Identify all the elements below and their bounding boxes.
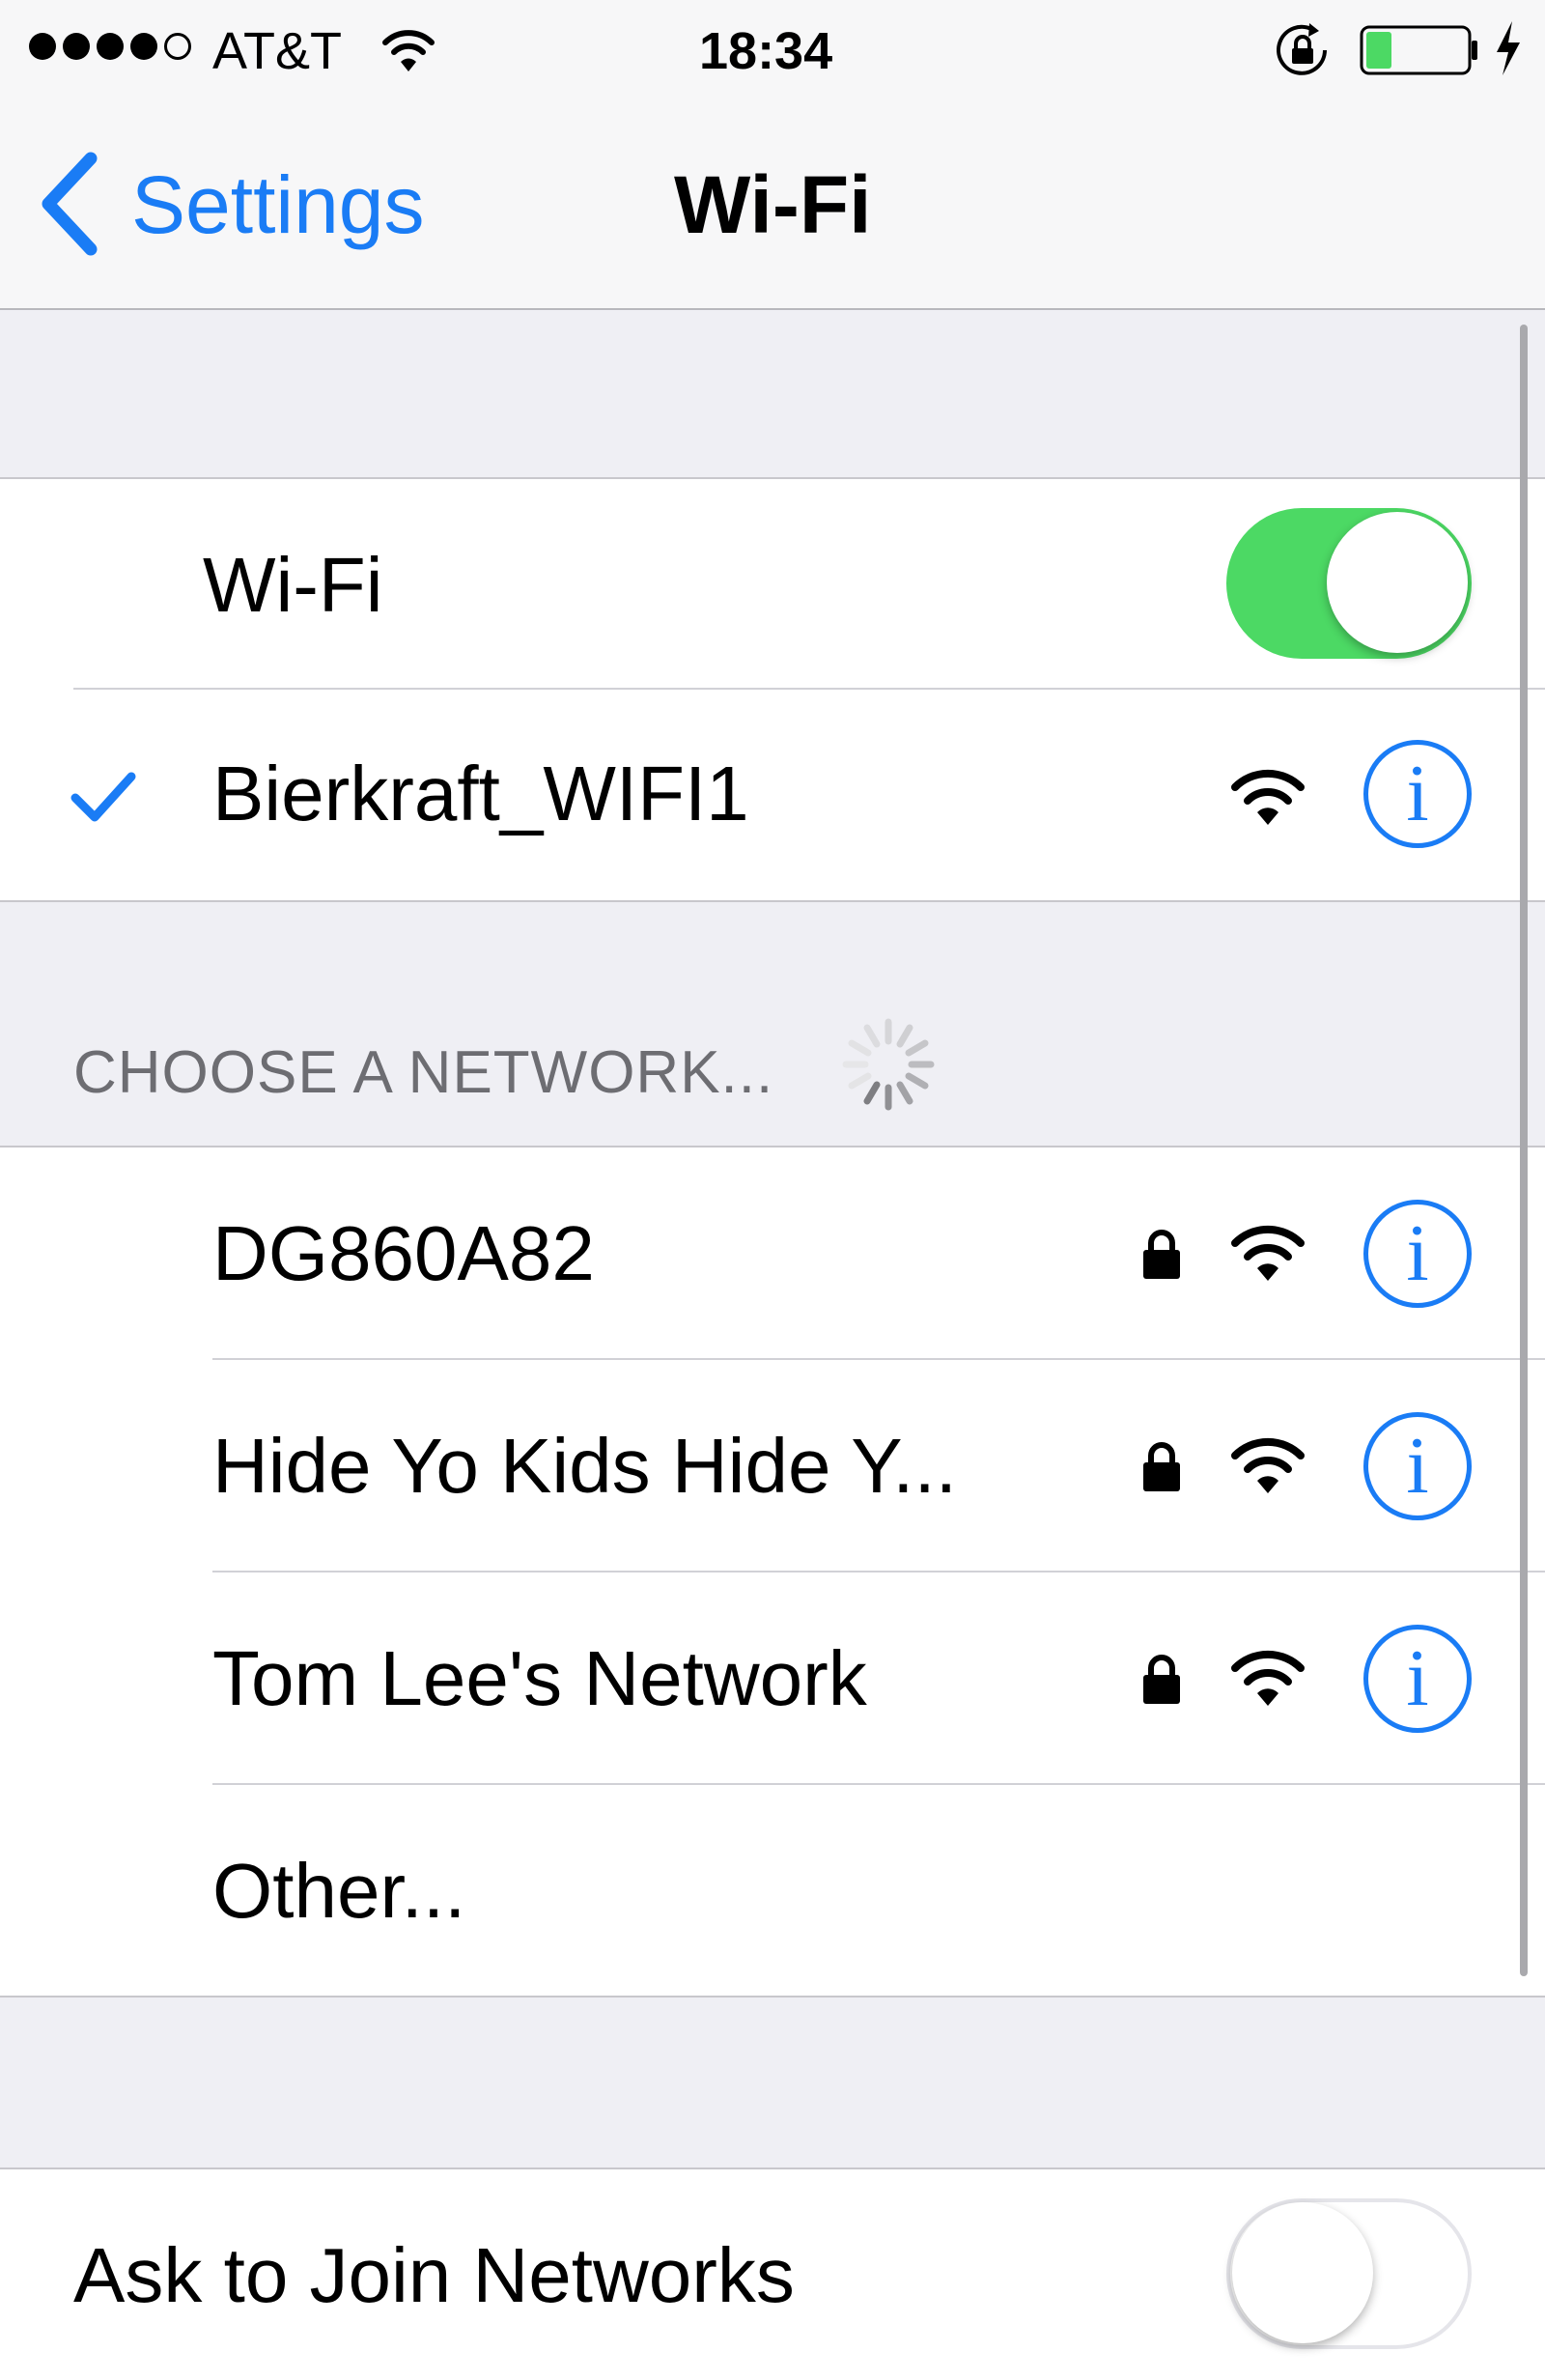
wifi-icon [1231,1437,1305,1493]
status-time: 18:34 [699,22,833,80]
network-list: DG860A82 i Hide Yo Kids Hide Y... i Tom … [0,1146,1545,1998]
checkmark-icon [70,772,136,822]
wifi-section: Wi-Fi Bierkraft_WIFI1 i [0,477,1545,902]
wifi-icon [1231,769,1305,825]
battery-icon [1360,25,1477,75]
wifi-icon [1231,1225,1305,1281]
section-header: CHOOSE A NETWORK... [73,1039,774,1106]
chevron-left-icon[interactable] [35,151,102,257]
network-row[interactable]: Tom Lee's Network i [0,1572,1545,1785]
page-title: Wi-Fi [674,159,872,250]
wifi-icon [1231,1650,1305,1706]
charging-bolt-icon [1497,21,1520,75]
network-row[interactable]: Hide Yo Kids Hide Y... i [0,1360,1545,1572]
network-name: Tom Lee's Network [212,1635,867,1721]
ask-to-join-toggle[interactable] [1226,2198,1472,2349]
info-icon[interactable]: i [1363,1412,1472,1520]
other-network-label: Other... [212,1848,466,1934]
lock-icon [1143,1655,1180,1704]
rotation-lock-icon [1277,23,1327,75]
info-icon[interactable]: i [1363,1200,1472,1308]
connected-network-name: Bierkraft_WIFI1 [212,751,749,836]
ask-to-join-section: Ask to Join Networks [0,2168,1545,2380]
wifi-toggle[interactable] [1226,508,1472,659]
info-icon[interactable]: i [1363,740,1472,848]
toggle-knob [1232,2202,1373,2343]
connected-network-row[interactable]: Bierkraft_WIFI1 i [0,690,1545,900]
back-button[interactable]: Settings [131,164,425,245]
other-network-row[interactable]: Other... [0,1785,1545,1996]
ask-to-join-label: Ask to Join Networks [73,2232,795,2318]
network-row[interactable]: DG860A82 i [0,1148,1545,1360]
toggle-knob [1327,512,1468,653]
navigation-bar-divider [0,308,1545,310]
activity-spinner-icon [842,1018,935,1111]
network-name: DG860A82 [212,1210,595,1296]
carrier-label: AT&T [212,22,342,80]
network-name: Hide Yo Kids Hide Y... [212,1423,957,1509]
wifi-icon [382,30,435,71]
wifi-toggle-label: Wi-Fi [203,542,383,628]
info-icon[interactable]: i [1363,1625,1472,1733]
scrollbar[interactable] [1520,325,1528,1976]
lock-icon [1143,1230,1180,1279]
lock-icon [1143,1442,1180,1491]
navigation-bar: AT&T 18:34 Settings Wi-Fi [0,0,1545,309]
